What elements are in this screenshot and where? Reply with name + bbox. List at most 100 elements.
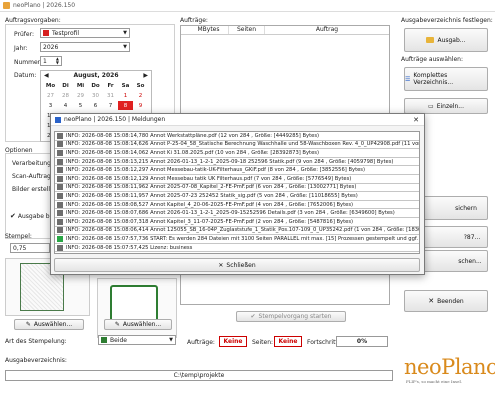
pruefer-label: Prüfer: [14,31,34,38]
log-row[interactable]: INFO: 2026-08-08 15:08:06,414 Annot 1250… [55,227,419,236]
calendar-day[interactable]: 28 [58,91,73,100]
ausgabe-checkbox[interactable]: ✔ Ausgabe b [10,212,50,220]
edit-icon: ✎ [25,321,31,328]
stempel-scale-value: 0,75 [13,244,27,252]
calendar-day[interactable]: 8 [118,101,133,110]
dialog-close-icon[interactable]: ✕ [413,116,419,124]
edit-icon: ✎ [114,321,120,328]
log-row[interactable]: INFO: 2026-08-08 15:08:14,626 Annot P-25… [55,141,419,150]
seiten-count-label: Seiten: [252,339,274,346]
calendar-day[interactable]: 4 [58,101,73,110]
auftraege-count-label: Aufträge: [187,339,215,346]
log-row[interactable]: INFO: 2026-08-08 15:07:57,425 Lizenz: bu… [55,244,419,253]
stamp-icon: ✔ [250,313,256,320]
ausgabeverzeichnis-label: Ausgabeverzeichnis: [5,357,67,364]
log-row[interactable]: INFO: 2026-08-08 15:08:14,062 Annot Ki 3… [55,149,419,158]
log-row[interactable]: INFO: 2026-08-08 15:08:11,962 Annot 2025… [55,184,419,193]
log-row[interactable]: INFO: 2026-08-08 15:08:12,297 Annot Mess… [55,166,419,175]
calendar-day[interactable]: 3 [43,101,58,110]
auswaehlen-button-left[interactable]: ✎ Auswählen... [14,319,84,330]
ausgabe-button[interactable]: Ausgab... [404,28,488,52]
log-row[interactable]: INFO: 2026-08-08 15:07:57,736 START: Es … [55,235,419,244]
beenden-button-label: Beenden [437,297,464,305]
file-icon: ▭ [428,102,434,110]
app-icon [3,2,10,9]
calendar-day[interactable]: 31 [103,91,118,100]
pruefer-value: Testprofil [52,29,80,37]
calendar-day[interactable]: 30 [88,91,103,100]
einzeln-button[interactable]: ▭ Einzeln... [404,98,488,114]
auftraege-count-value: Keine [219,336,247,347]
log-row[interactable]: INFO: 2026-08-08 15:08:07,686 Annot 2026… [55,209,419,218]
meldungen-dialog: neoPlano | 2026.150 | Meldungen ✕ INFO: … [50,113,425,275]
komplettes-verzeichnis-button[interactable]: ☰ Komplettes Verzeichnis... [404,67,488,91]
col-mbytes[interactable]: MBytes [189,26,229,34]
einzeln-button-label: Einzeln... [436,102,464,110]
verarbeitung-label: Verarbeitungs [12,160,54,167]
log-text: INFO: 2026-08-08 15:08:14,626 Annot P-25… [66,141,419,148]
log-entry-icon [57,235,63,242]
calendar-day[interactable]: 29 [73,91,88,100]
ausgabeverzeichnis-field[interactable]: C:\temp\projekte [5,370,393,381]
col-auftrag[interactable]: Auftrag [265,26,389,34]
log-text: INFO: 2026-08-08 15:08:14,062 Annot Ki 3… [66,149,320,156]
beenden-button[interactable]: ✕ Beenden [404,290,488,312]
calendar-next-icon[interactable]: ▶ [143,72,148,79]
art-value: Beide [110,336,127,344]
stempelvorgang-button-label: Stempelvorgang starten [258,313,332,320]
pruefer-select[interactable]: Testprofil ▼ [40,28,130,38]
close-icon: ✕ [428,297,435,305]
nummer-value: 1 [43,57,47,65]
calendar-month-title[interactable]: August, 2026 [41,72,151,79]
log-row[interactable]: INFO: 2026-08-08 15:08:14,780 Annot Werk… [55,132,419,141]
log-text: INFO: 2026-08-08 15:08:06,414 Annot 1250… [66,227,419,234]
log-entry-icon [57,158,63,165]
stempel-scale-input[interactable]: 0,75 [10,243,50,253]
log-row[interactable]: INFO: 2026-08-08 15:08:08,527 Annot Kapi… [55,201,419,210]
checkmark-icon: ✔ [10,212,16,220]
col-seiten[interactable]: Seiten [229,26,265,34]
log-row[interactable]: INFO: 2026-08-08 15:08:11,957 Annot 2025… [55,192,419,201]
log-entry-icon [57,167,63,174]
log-entry-icon [57,184,63,191]
calendar-day[interactable]: 9 [133,101,148,110]
art-select[interactable]: Beide ▼ [98,335,176,345]
log-list[interactable]: INFO: 2026-08-08 15:08:14,780 Annot Werk… [54,131,420,254]
jahr-select[interactable]: 2026 ▼ [40,42,130,52]
calendar-day[interactable]: 2 [133,91,148,100]
log-entry-icon [57,218,63,225]
stempelvorgang-button[interactable]: ✔ Stempelvorgang starten [236,311,346,322]
log-entry-icon [57,132,63,139]
log-rows: INFO: 2026-08-08 15:08:14,780 Annot Werk… [55,132,419,253]
schliessen-button[interactable]: ✕ Schließen [54,258,420,272]
table-header: MBytes Seiten Auftrag [181,26,389,35]
calendar-day[interactable]: 7 [103,101,118,110]
log-text: INFO: 2026-08-08 15:08:13,215 Annot 2026… [66,158,394,165]
log-row[interactable]: INFO: 2026-08-08 15:08:13,215 Annot 2026… [55,158,419,167]
log-row[interactable]: INFO: 2026-08-08 15:08:07,318 Annot Kapi… [55,218,419,227]
nummer-stepper[interactable]: 1 ▲ ▼ [40,56,62,66]
calendar-day[interactable]: 6 [88,101,103,110]
dialog-title-bar: neoPlano | 2026.150 | Meldungen ✕ [51,114,424,126]
dialog-title: neoPlano | 2026.150 | Meldungen [64,116,166,123]
chevron-down-icon: ▼ [123,44,127,50]
datum-label: Datum: [14,72,37,79]
dialog-app-icon [55,116,61,123]
log-text: INFO: 2026-08-08 15:08:07,318 Annot Kapi… [66,218,354,225]
auftragsvorgaben-title: Auftragsvorgaben: [5,17,61,24]
progress-value: 0% [356,338,368,345]
calendar-day[interactable]: 27 [43,91,58,100]
calendar-day[interactable]: 5 [73,101,88,110]
log-row[interactable]: INFO: 2026-08-08 15:08:12,129 Annot Mess… [55,175,419,184]
log-entry-icon [57,149,63,156]
fortschritt-label: Fortschritt: [307,339,340,346]
calendar-day[interactable]: 1 [118,91,133,100]
chevron-down-icon: ▼ [123,30,127,36]
calendar-weekday: Sa [121,82,130,89]
log-text: INFO: 2026-08-08 15:08:07,686 Annot 2026… [66,210,395,217]
ausgabeverzeichnis-value: C:\temp\projekte [173,372,225,379]
auswaehlen-button-middle[interactable]: ✎ Auswählen... [104,319,172,330]
art-label: Art des Stempelung: [5,338,67,345]
log-text: INFO: 2026-08-08 15:08:08,527 Annot Kapi… [66,201,354,208]
stepper-arrows-icon[interactable]: ▲ ▼ [56,57,59,65]
